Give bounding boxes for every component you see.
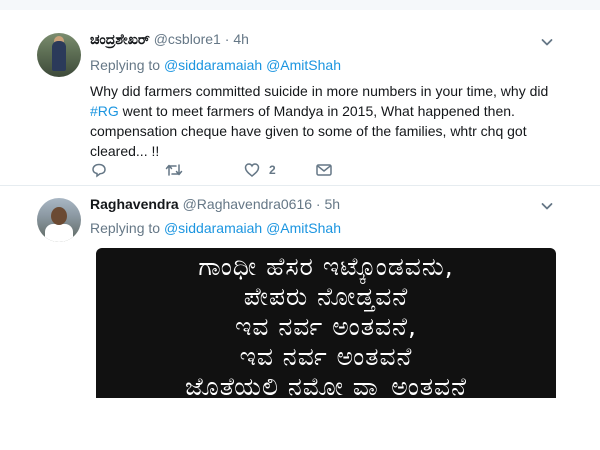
chevron-down-icon[interactable]	[541, 36, 553, 48]
replying-to: Replying to @siddaramaiah @AmitShah	[90, 220, 341, 236]
direct-message-button[interactable]	[315, 160, 333, 180]
image-text-line: ಇವ ನರ್ವ ಅಂತವನೆ,	[235, 312, 417, 341]
timeline-bottom	[0, 398, 600, 450]
image-text-line: ಪೇಪರು ನೋಡ್ತವನೆ	[243, 282, 409, 311]
user-handle[interactable]: @Raghavendra0616	[183, 196, 312, 212]
avatar[interactable]	[37, 33, 81, 77]
image-text-line: ಇವ ನರ್ವ ಅಂತವನೆ	[239, 342, 413, 371]
tweet-actions: 2	[90, 160, 390, 180]
envelope-icon	[316, 164, 332, 176]
tweet-image[interactable]: ಗಾಂಧೀ ಹೆಸರ ಇಟ್ಕೊಂಡವನು, ಪೇಪರು ನೋಡ್ತವನೆ ಇವ…	[96, 248, 556, 398]
reply-button[interactable]	[90, 160, 116, 180]
like-button[interactable]: 2	[243, 160, 276, 180]
mention-link[interactable]: @siddaramaiah	[164, 57, 262, 73]
display-name[interactable]: ಚಂದ್ರಶೇಖರ್	[90, 31, 150, 47]
tweet[interactable]: Raghavendra @Raghavendra0616 · 5h Replyi…	[0, 186, 600, 398]
tweet-text-part: Why did farmers committed suicide in mor…	[90, 83, 549, 99]
mention-link[interactable]: @AmitShah	[266, 57, 341, 73]
tweet-header: ಚಂದ್ರಶೇಖರ್ @csblore1 · 4h	[90, 31, 249, 48]
replying-prefix: Replying to	[90, 57, 161, 73]
tweet-text: Why did farmers committed suicide in mor…	[90, 81, 560, 161]
replying-to: Replying to @siddaramaiah @AmitShah	[90, 57, 341, 73]
like-count: 2	[269, 163, 276, 177]
tweet[interactable]: ಚಂದ್ರಶೇಖರ್ @csblore1 · 4h Replying to @s…	[0, 10, 600, 186]
retweet-button[interactable]	[164, 160, 192, 180]
tweet-text-part: went to meet farmers of Mandya in 2015, …	[90, 103, 527, 159]
timeline-top-gap	[0, 0, 600, 10]
user-handle[interactable]: @csblore1	[154, 31, 221, 47]
image-text: ಗಾಂಧೀ ಹೆಸರ ಇಟ್ಕೊಂಡವನು, ಪೇಪರು ನೋಡ್ತವನೆ ಇವ…	[96, 252, 556, 398]
chevron-down-icon[interactable]	[541, 200, 553, 212]
tweet-header: Raghavendra @Raghavendra0616 · 5h	[90, 196, 340, 212]
retweet-icon	[165, 164, 183, 176]
image-text-line: ಜೊತೆಯಲಿ ನಮೋ ವ್ಹಾ ಅಂತವನೆ	[184, 372, 468, 398]
separator: ·	[224, 31, 230, 47]
display-name[interactable]: Raghavendra	[90, 196, 179, 212]
timestamp[interactable]: 5h	[324, 196, 340, 212]
reply-icon	[92, 163, 106, 178]
avatar[interactable]	[37, 198, 81, 242]
timestamp[interactable]: 4h	[233, 31, 249, 47]
heart-icon	[244, 163, 260, 177]
mention-link[interactable]: @siddaramaiah	[164, 220, 262, 236]
hashtag-link[interactable]: #RG	[90, 103, 119, 119]
image-text-line: ಗಾಂಧೀ ಹೆಸರ ಇಟ್ಕೊಂಡವನು,	[198, 252, 454, 281]
mention-link[interactable]: @AmitShah	[266, 220, 341, 236]
separator: ·	[315, 196, 321, 212]
replying-prefix: Replying to	[90, 220, 161, 236]
